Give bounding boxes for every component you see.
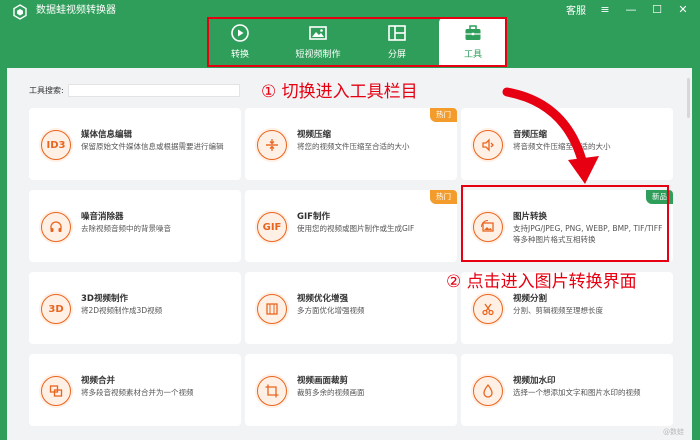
hot-badge: 热门 xyxy=(430,190,457,204)
headphones-icon xyxy=(39,210,73,244)
tab-label: 短视频制作 xyxy=(295,50,341,60)
maximize-icon[interactable]: ☐ xyxy=(650,3,664,17)
merge-icon xyxy=(39,374,73,408)
tool-card-video-compress[interactable]: 视频压缩 将您的视频文件压缩至合适的大小 热门 xyxy=(245,108,457,180)
new-badge: 新品 xyxy=(646,190,673,204)
app-title: 数据蛙视频转换器 xyxy=(36,5,116,16)
watermark-text: @数蛙 xyxy=(663,428,684,436)
tool-desc: 将音频文件压缩至合适的大小 xyxy=(513,142,611,151)
tool-desc: 将多段音视频素材合并为一个视频 xyxy=(81,388,194,397)
tool-title: GIF制作 xyxy=(297,212,330,222)
tool-title: 视频优化增强 xyxy=(297,294,349,304)
tool-title: 噪音消除器 xyxy=(81,212,124,222)
tool-card-audio-compress[interactable]: 音频压缩 将音频文件压缩至合适的大小 xyxy=(461,108,673,180)
tool-desc: 保留原始文件媒体信息或根据需要进行编辑 xyxy=(81,142,224,151)
close-icon[interactable]: ✕ xyxy=(676,3,690,17)
minimize-icon[interactable]: — xyxy=(624,3,638,17)
tab-convert[interactable]: 转换 xyxy=(207,17,273,67)
audio-compress-icon xyxy=(471,128,505,162)
tab-label: 工具 xyxy=(463,50,482,60)
tab-split-screen[interactable]: 分屏 xyxy=(363,17,431,67)
compress-icon xyxy=(255,128,289,162)
id3-icon: ID3 xyxy=(39,128,73,162)
tool-card-video-merge[interactable]: 视频合并 将多段音视频素材合并为一个视频 xyxy=(29,354,241,426)
short-video-icon xyxy=(309,26,327,40)
tool-title: 视频压缩 xyxy=(297,130,332,140)
tool-desc: 选择一个想添加文字和图片水印的视频 xyxy=(513,388,641,397)
annotation-step1: ① 切换进入工具栏目 xyxy=(261,82,418,102)
tool-card-3d-video[interactable]: 3D 3D视频制作 将2D视频制作成3D视频 xyxy=(29,272,241,344)
hot-badge: 热门 xyxy=(430,108,457,122)
enhance-icon xyxy=(255,292,289,326)
tool-desc: 裁剪多余的视频画面 xyxy=(297,388,365,397)
search-input[interactable] xyxy=(67,84,240,97)
tool-title: 视频分割 xyxy=(513,294,548,304)
tool-card-image-convert[interactable]: 图片转换 支持JPG/JPEG, PNG, WEBP, BMP, TIF/TIF… xyxy=(461,190,673,262)
tool-desc: 将2D视频制作成3D视频 xyxy=(81,306,163,315)
app-logo-icon xyxy=(13,4,27,20)
tool-title: 媒体信息编辑 xyxy=(81,130,133,140)
service-link[interactable]: 客服 xyxy=(566,2,586,17)
tool-desc: 支持JPG/JPEG, PNG, WEBP, BMP, TIF/TIFF等多种图… xyxy=(513,224,663,244)
scrollbar-thumb[interactable] xyxy=(687,78,690,118)
tool-desc: 将您的视频文件压缩至合适的大小 xyxy=(297,142,410,151)
title-bar: 数据蛙视频转换器 客服 ≡ — ☐ ✕ 转换 短视频制作 分屏 工具 xyxy=(0,0,700,68)
tool-desc: 多方面优化增强视频 xyxy=(297,306,365,315)
tool-card-gif-maker[interactable]: GIF GIF制作 使用您的视频或图片制作或生成GIF 热门 xyxy=(245,190,457,262)
tool-title: 视频画面裁剪 xyxy=(297,376,349,386)
tool-card-video-enhance[interactable]: 视频优化增强 多方面优化增强视频 xyxy=(245,272,457,344)
tools-panel: 工具搜索: ① 切换进入工具栏目 ID3 媒体信息编辑 保留原始文件媒体信息或根… xyxy=(7,68,692,440)
3d-icon: 3D xyxy=(39,292,73,326)
tool-desc: 分割、剪辑视频至理想长度 xyxy=(513,306,603,315)
tab-short-video[interactable]: 短视频制作 xyxy=(273,17,363,67)
tool-title: 视频加水印 xyxy=(513,376,556,386)
image-convert-icon xyxy=(471,210,505,244)
tab-label: 分屏 xyxy=(387,50,406,60)
convert-icon xyxy=(231,24,249,42)
tool-card-video-crop[interactable]: 视频画面裁剪 裁剪多余的视频画面 xyxy=(245,354,457,426)
tool-card-noise-removal[interactable]: 噪音消除器 去除视频音频中的背景噪音 xyxy=(29,190,241,262)
gif-icon: GIF xyxy=(255,210,289,244)
main-tabs: 转换 短视频制作 分屏 工具 xyxy=(207,17,507,67)
annotation-step2: ② 点击进入图片转换界面 xyxy=(446,272,637,292)
toolbox-icon xyxy=(465,25,481,40)
search-label: 工具搜索: xyxy=(29,86,64,95)
window-controls: 客服 ≡ — ☐ ✕ xyxy=(566,2,690,17)
tool-title: 3D视频制作 xyxy=(81,294,128,304)
tab-tools[interactable]: 工具 xyxy=(439,17,507,67)
crop-icon xyxy=(255,374,289,408)
menu-icon[interactable]: ≡ xyxy=(598,3,612,17)
tool-card-media-info[interactable]: ID3 媒体信息编辑 保留原始文件媒体信息或根据需要进行编辑 xyxy=(29,108,241,180)
tool-desc: 去除视频音频中的背景噪音 xyxy=(81,224,171,233)
split-screen-icon xyxy=(388,25,406,41)
tool-title: 音频压缩 xyxy=(513,130,548,140)
tool-desc: 使用您的视频或图片制作或生成GIF xyxy=(297,224,415,233)
scissors-icon xyxy=(471,292,505,326)
watermark-icon xyxy=(471,374,505,408)
tab-label: 转换 xyxy=(230,50,249,60)
tool-card-video-watermark[interactable]: 视频加水印 选择一个想添加文字和图片水印的视频 xyxy=(461,354,673,426)
tool-title: 视频合并 xyxy=(81,376,116,386)
tool-search: 工具搜索: xyxy=(29,84,240,97)
tool-title: 图片转换 xyxy=(513,212,548,222)
